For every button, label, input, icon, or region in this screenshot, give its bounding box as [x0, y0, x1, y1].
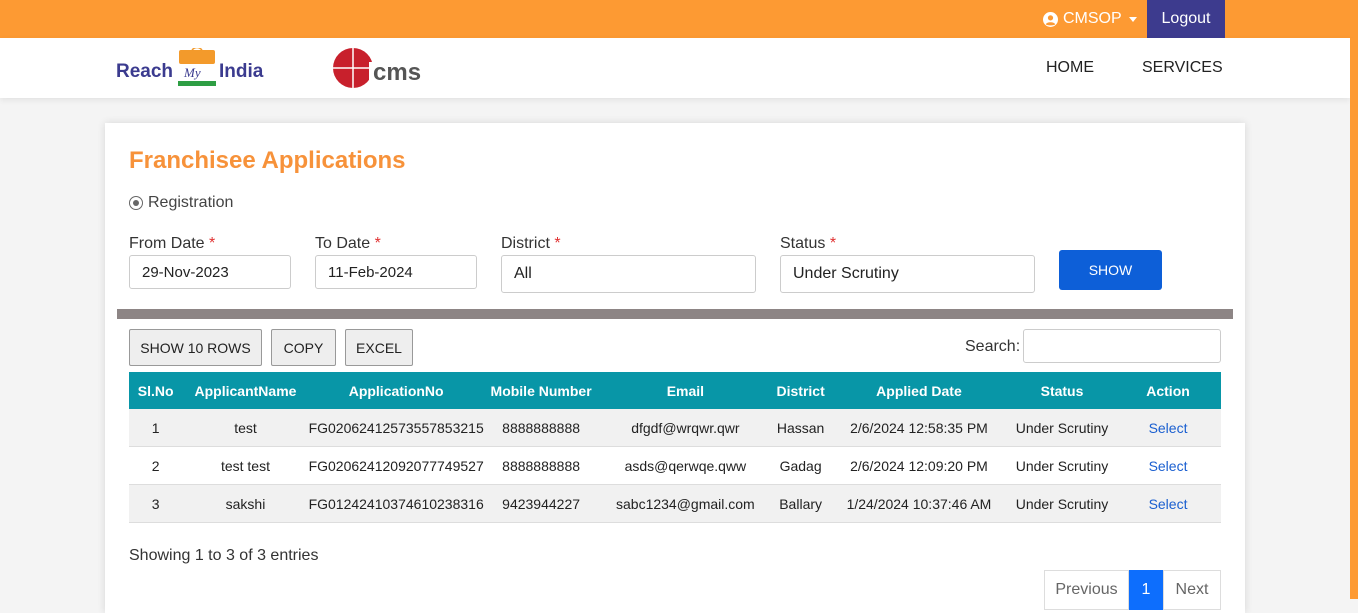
cell-applied-date: 2/6/2024 12:58:35 PM: [828, 409, 1009, 447]
select-link[interactable]: Select: [1149, 458, 1188, 474]
cell-action: Select: [1115, 409, 1221, 447]
cell-sl-no: 2: [129, 446, 183, 485]
cell-status: Under Scrutiny: [1008, 484, 1116, 523]
brand-india: India: [219, 61, 264, 82]
col-applied-date[interactable]: Applied Date: [828, 372, 1009, 409]
cell-district: Gadag: [772, 446, 829, 485]
cell-sl-no: 1: [129, 409, 183, 447]
cell-applicant-name: test test: [182, 446, 309, 485]
cell-email: asds@qerwqe.qww: [598, 446, 773, 485]
select-link[interactable]: Select: [1149, 420, 1188, 436]
cell-application-no: FG02062412092077749527: [308, 446, 484, 485]
cell-district: Ballary: [772, 484, 829, 523]
col-sl-no[interactable]: Sl.No: [129, 372, 183, 409]
cell-applicant-name: test: [182, 409, 309, 447]
reach-my-india-logo[interactable]: Reach My India: [116, 48, 276, 90]
cell-applied-date: 1/24/2024 10:37:46 AM: [828, 484, 1009, 523]
from-date-input[interactable]: 29-Nov-2023: [129, 255, 291, 289]
cell-application-no: FG01242410374610238316: [308, 484, 484, 523]
pagination-page-1[interactable]: 1: [1129, 570, 1163, 610]
cell-sl-no: 3: [129, 484, 183, 523]
search-input[interactable]: [1023, 329, 1221, 363]
radio-selected-dot: [133, 200, 139, 206]
cell-action: Select: [1115, 484, 1221, 523]
cms-logo[interactable]: cms: [333, 46, 453, 90]
table-row: 1 test FG02062412573557853215 8888888888…: [129, 409, 1221, 447]
table-row: 3 sakshi FG01242410374610238316 94239442…: [129, 484, 1221, 523]
nav-home[interactable]: HOME: [1046, 38, 1094, 98]
col-email[interactable]: Email: [598, 372, 773, 409]
status-select[interactable]: Under Scrutiny: [780, 255, 1035, 293]
show-rows-button[interactable]: SHOW 10 ROWS: [129, 329, 262, 366]
cell-action: Select: [1115, 446, 1221, 485]
search-label: Search:: [965, 338, 1021, 355]
col-application-no[interactable]: ApplicationNo: [308, 372, 484, 409]
excel-button[interactable]: EXCEL: [345, 329, 413, 366]
to-date-label: To Date *: [315, 235, 381, 252]
district-select[interactable]: All: [501, 255, 756, 293]
show-button[interactable]: SHOW: [1059, 250, 1162, 290]
cell-email: dfgdf@wrqwr.qwr: [598, 409, 773, 447]
pagination: Previous 1 Next: [1044, 570, 1221, 610]
vertical-scrollbar[interactable]: [1350, 38, 1358, 599]
brand-reach: Reach: [116, 61, 173, 82]
to-date-input[interactable]: 11-Feb-2024: [315, 255, 477, 289]
brand-my: My: [183, 65, 201, 80]
user-name: CMSOP: [1063, 10, 1122, 27]
table-info: Showing 1 to 3 of 3 entries: [129, 547, 319, 564]
table-row: 2 test test FG02062412092077749527 88888…: [129, 446, 1221, 485]
main-card: [105, 123, 1245, 613]
cell-email: sabc1234@gmail.com: [598, 484, 773, 523]
cell-applicant-name: sakshi: [182, 484, 309, 523]
copy-button[interactable]: COPY: [271, 329, 336, 366]
col-mobile-number[interactable]: Mobile Number: [483, 372, 599, 409]
district-label: District *: [501, 235, 561, 252]
logo-stripe: [178, 81, 216, 86]
logo-bag-icon: [179, 50, 215, 64]
section-divider: [117, 309, 1233, 319]
status-label: Status *: [780, 235, 837, 252]
nav-services[interactable]: SERVICES: [1142, 38, 1223, 98]
cell-applied-date: 2/6/2024 12:09:20 PM: [828, 446, 1009, 485]
applications-table: Sl.No ApplicantName ApplicationNo Mobile…: [129, 372, 1221, 523]
logout-button[interactable]: Logout: [1147, 0, 1225, 38]
cell-district: Hassan: [772, 409, 829, 447]
registration-radio-option[interactable]: Registration: [129, 194, 233, 212]
col-district[interactable]: District: [772, 372, 829, 409]
col-applicant-name[interactable]: ApplicantName: [182, 372, 309, 409]
select-link[interactable]: Select: [1149, 496, 1188, 512]
registration-label: Registration: [148, 194, 234, 211]
page-title: Franchisee Applications: [129, 147, 406, 174]
cell-status: Under Scrutiny: [1008, 446, 1116, 485]
cell-mobile-number: 9423944227: [483, 484, 599, 523]
user-menu[interactable]: CMSOP: [1043, 0, 1137, 38]
pagination-previous[interactable]: Previous: [1044, 570, 1129, 610]
cell-mobile-number: 8888888888: [483, 446, 599, 485]
pagination-next[interactable]: Next: [1163, 570, 1221, 610]
col-action[interactable]: Action: [1115, 372, 1221, 409]
col-status[interactable]: Status: [1008, 372, 1116, 409]
registration-radio[interactable]: [129, 196, 143, 210]
user-circle-icon: [1043, 11, 1058, 27]
navbar: Reach My India cms HOME SERVICES: [0, 38, 1350, 98]
cell-status: Under Scrutiny: [1008, 409, 1116, 447]
cell-application-no: FG02062412573557853215: [308, 409, 484, 447]
brand-cms: cms: [373, 59, 421, 86]
table-header-row: Sl.No ApplicantName ApplicationNo Mobile…: [129, 372, 1221, 409]
chevron-down-icon: [1128, 16, 1137, 22]
from-date-label: From Date *: [129, 235, 216, 252]
cell-mobile-number: 8888888888: [483, 409, 599, 447]
